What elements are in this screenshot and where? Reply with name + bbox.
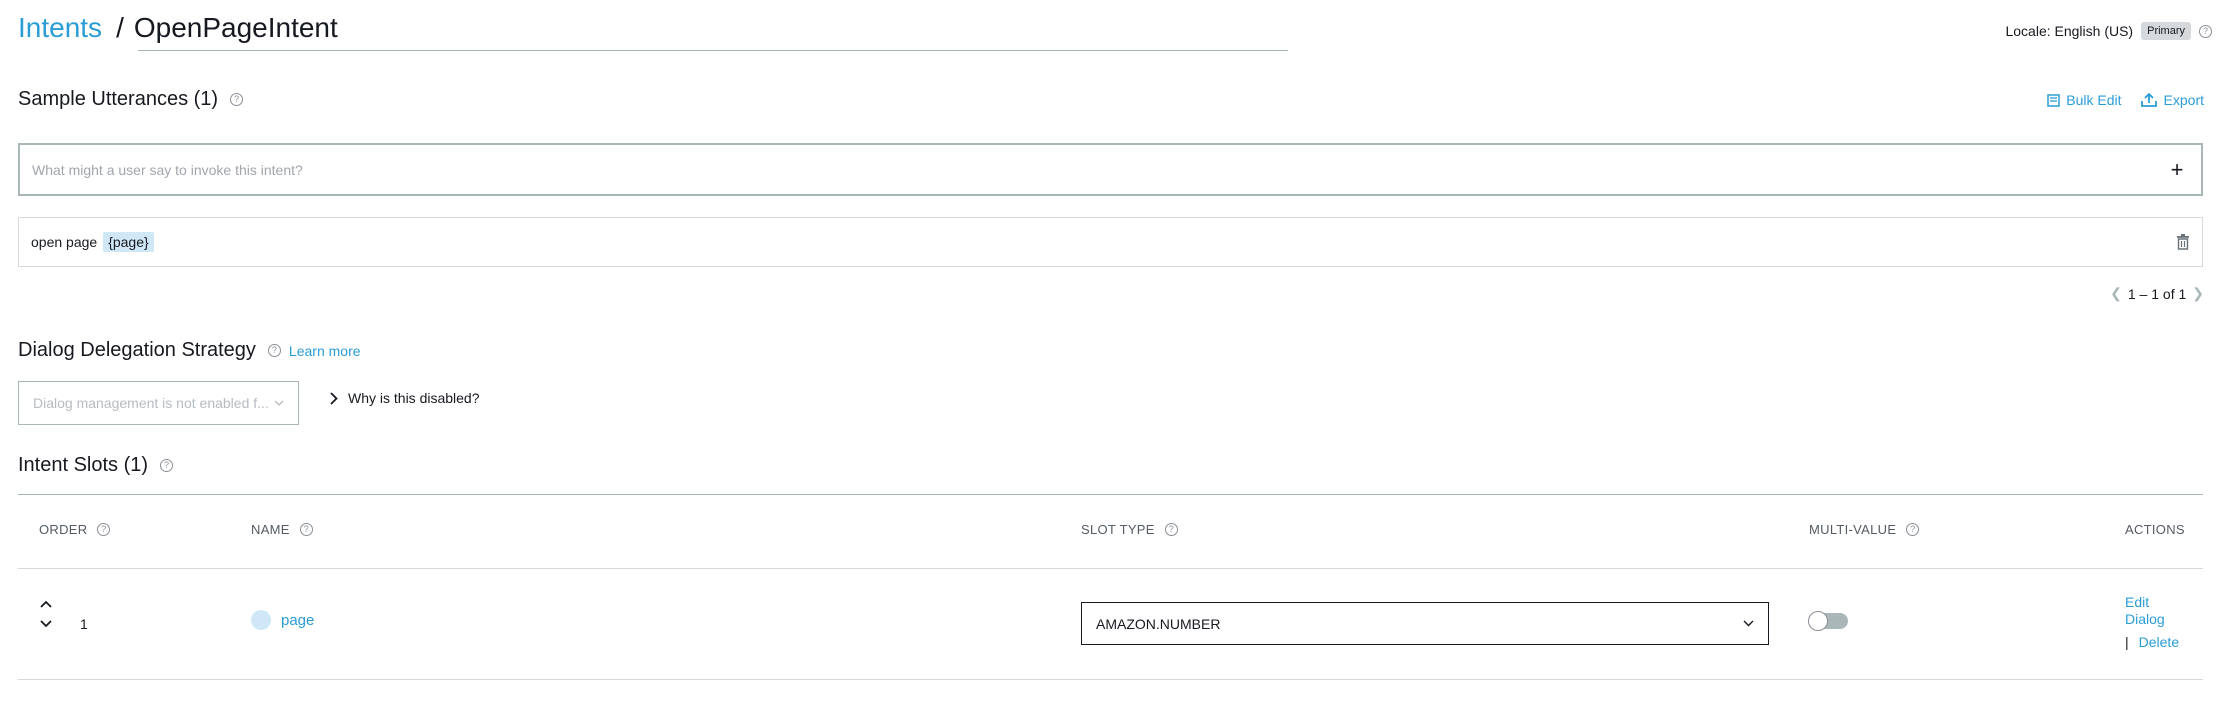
utterance-row[interactable]: open page {page} bbox=[18, 217, 2203, 267]
breadcrumb-intents-link[interactable]: Intents bbox=[18, 12, 102, 43]
sample-utterances-heading: Sample Utterances (1) bbox=[18, 88, 219, 110]
column-order: ORDER ? bbox=[39, 522, 111, 537]
utterance-input-box: + bbox=[18, 143, 2203, 196]
export-button[interactable]: Export bbox=[2140, 92, 2204, 108]
slot-order-number: 1 bbox=[80, 616, 88, 632]
add-utterance-button[interactable]: + bbox=[2165, 157, 2189, 183]
chevron-down-icon bbox=[1743, 620, 1754, 627]
column-name-label: NAME bbox=[251, 522, 290, 537]
why-disabled-toggle[interactable]: Why is this disabled? bbox=[330, 390, 480, 406]
title-underline bbox=[138, 50, 1288, 51]
slot-type-select[interactable]: AMAZON.NUMBER bbox=[1081, 602, 1769, 645]
dialog-delegation-heading: Dialog Delegation Strategy bbox=[18, 339, 256, 361]
slot-type-help-icon[interactable]: ? bbox=[1164, 523, 1178, 536]
toggle-knob bbox=[1808, 611, 1828, 631]
column-order-label: ORDER bbox=[39, 522, 88, 537]
why-disabled-label: Why is this disabled? bbox=[348, 390, 480, 406]
multi-value-toggle[interactable] bbox=[1808, 611, 1848, 631]
utterance-toolbar: Bulk Edit Export bbox=[2047, 92, 2204, 108]
locale-indicator: Locale: English (US) Primary ? bbox=[2005, 22, 2212, 40]
column-multi-value: MULTI-VALUE ? bbox=[1809, 522, 1920, 537]
slots-help-icon[interactable]: ? bbox=[160, 459, 174, 472]
dialog-select-placeholder: Dialog management is not enabled f... bbox=[33, 395, 269, 411]
utterance-input[interactable] bbox=[32, 161, 2165, 178]
delete-slot-link[interactable]: Delete bbox=[2139, 634, 2179, 651]
pager-text: 1 – 1 of 1 bbox=[2127, 285, 2187, 302]
export-label: Export bbox=[2163, 92, 2204, 108]
locale-help-icon[interactable]: ? bbox=[2199, 24, 2212, 38]
column-actions: ACTIONS bbox=[2125, 522, 2185, 537]
prev-page-icon[interactable]: ❮ bbox=[2110, 285, 2122, 302]
learn-more-link[interactable]: Learn more bbox=[289, 343, 361, 359]
order-help-icon[interactable]: ? bbox=[97, 523, 111, 536]
delete-utterance-icon[interactable] bbox=[2176, 234, 2190, 250]
slot-name-link[interactable]: page bbox=[281, 612, 314, 629]
chevron-down-icon bbox=[274, 400, 284, 406]
slot-type-value: AMAZON.NUMBER bbox=[1096, 615, 1221, 632]
column-actions-label: ACTIONS bbox=[2125, 522, 2185, 537]
edit-dialog-link[interactable]: Edit Dialog bbox=[2125, 594, 2185, 628]
utterance-slot-chip[interactable]: {page} bbox=[103, 232, 154, 252]
actions-separator: | bbox=[2125, 634, 2129, 650]
dialog-strategy-select[interactable]: Dialog management is not enabled f... bbox=[18, 381, 299, 425]
intent-slots-title: Intent Slots (1) ? bbox=[18, 454, 174, 477]
name-help-icon[interactable]: ? bbox=[299, 523, 313, 536]
utterance-pagination: ❮ 1 – 1 of 1 ❯ bbox=[2110, 285, 2204, 302]
table-bottom-divider bbox=[18, 679, 2203, 680]
export-icon bbox=[2140, 92, 2157, 107]
column-slot-type: SLOT TYPE ? bbox=[1081, 522, 1178, 537]
locale-label: Locale: English (US) bbox=[2005, 23, 2134, 39]
table-header-divider bbox=[18, 568, 2203, 569]
table-top-divider bbox=[18, 494, 2203, 495]
bulk-edit-icon bbox=[2047, 93, 2061, 107]
order-controls bbox=[40, 600, 52, 628]
sample-utterances-title: Sample Utterances (1) ? bbox=[18, 88, 244, 111]
intent-name-title[interactable]: OpenPageIntent bbox=[134, 12, 338, 43]
chevron-right-icon bbox=[330, 391, 338, 405]
intent-slots-heading: Intent Slots (1) bbox=[18, 454, 149, 476]
dialog-help-icon[interactable]: ? bbox=[267, 344, 281, 357]
breadcrumb-separator: / bbox=[116, 12, 124, 43]
slot-name-cell: page bbox=[251, 610, 314, 630]
move-down-icon[interactable] bbox=[40, 620, 52, 628]
bulk-edit-button[interactable]: Bulk Edit bbox=[2047, 92, 2122, 108]
dialog-delegation-title: Dialog Delegation Strategy ? Learn more bbox=[18, 339, 361, 362]
primary-badge: Primary bbox=[2141, 22, 2191, 40]
utterances-help-icon[interactable]: ? bbox=[230, 93, 244, 106]
slot-color-dot bbox=[251, 610, 271, 630]
breadcrumb: Intents / OpenPageIntent bbox=[18, 12, 338, 44]
move-up-icon[interactable] bbox=[40, 600, 52, 608]
bulk-edit-label: Bulk Edit bbox=[2066, 92, 2122, 108]
utterance-text: open page bbox=[31, 234, 98, 250]
column-multi-value-label: MULTI-VALUE bbox=[1809, 522, 1897, 537]
column-name: NAME ? bbox=[251, 522, 313, 537]
next-page-icon[interactable]: ❯ bbox=[2192, 285, 2204, 302]
slot-actions: Edit Dialog | Delete bbox=[2125, 594, 2185, 651]
column-slot-type-label: SLOT TYPE bbox=[1081, 522, 1155, 537]
multi-value-help-icon[interactable]: ? bbox=[1906, 523, 1920, 536]
